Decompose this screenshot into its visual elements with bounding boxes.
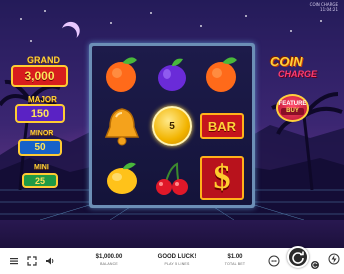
- turbo-icon[interactable]: [328, 253, 340, 265]
- feature-buy-line2: BUY: [281, 108, 304, 115]
- bar-icon: BAR: [200, 113, 244, 139]
- clock-text: 11:04:21: [320, 7, 338, 12]
- orange-icon: [106, 57, 137, 92]
- bell-icon: [104, 108, 140, 146]
- bar-label: BAR: [207, 118, 237, 134]
- symbol-orange: [97, 49, 147, 99]
- status-message-sub: PLAY 5 LINES: [164, 262, 190, 266]
- menu-icon[interactable]: [9, 256, 19, 266]
- dollar-icon: $: [200, 156, 244, 200]
- bet-settings-icon[interactable]: [268, 255, 280, 267]
- symbol-orange: [197, 49, 247, 99]
- orange-icon: [206, 57, 237, 92]
- balance-label: BALANCE: [100, 262, 118, 266]
- plum-icon: [158, 58, 186, 91]
- logo-line1: COIN: [270, 54, 303, 69]
- spin-icon: [292, 251, 304, 264]
- jackpot-mini-amount: 25: [34, 175, 45, 186]
- fullscreen-icon[interactable]: [27, 256, 37, 266]
- jackpot-major-amount: 150: [30, 107, 50, 120]
- coin-charge-logo: COIN CHARGE: [264, 52, 324, 88]
- jackpot-grand-amount: 3,000: [24, 69, 55, 83]
- dollar-glyph: $: [213, 159, 231, 196]
- reel-frame: 5 BAR $: [89, 43, 255, 208]
- status-message: GOOD LUCK!: [157, 254, 197, 260]
- total-bet-label: TOTAL BET: [224, 262, 246, 266]
- coin-icon: 5: [152, 106, 192, 146]
- coin-value: 5: [169, 120, 175, 132]
- spin-button[interactable]: [287, 246, 309, 268]
- symbol-lemon: [97, 153, 147, 203]
- jackpot-grand-value: 3,000: [11, 65, 68, 87]
- total-bet-value: $1.00: [227, 254, 243, 260]
- jackpot-major-value: 150: [15, 104, 65, 123]
- jackpot-grand-label: GRAND: [27, 55, 60, 65]
- symbol-dollar: $: [197, 153, 247, 203]
- lemon-icon: [107, 162, 137, 194]
- jackpot-mini-value: 25: [22, 173, 58, 188]
- symbol-bell: [97, 101, 147, 151]
- symbol-bar: BAR: [197, 101, 247, 151]
- symbol-plum: [147, 49, 197, 99]
- jackpot-mini-label: MINI: [34, 164, 49, 171]
- autoplay-icon: [312, 262, 318, 268]
- autoplay-button[interactable]: [310, 260, 320, 270]
- jackpot-minor-value: 50: [18, 139, 62, 156]
- game-info: COIN CHARGE 11:04:21: [310, 2, 338, 12]
- symbol-cherry: [147, 153, 197, 203]
- feature-buy-button[interactable]: FEATURE BUY: [276, 94, 309, 122]
- logo-line2: CHARGE: [278, 69, 318, 79]
- reel-grid: 5 BAR $: [92, 46, 252, 205]
- jackpot-minor-amount: 50: [34, 142, 46, 153]
- sound-icon[interactable]: [45, 256, 55, 266]
- feature-buy-line1: FEATURE: [278, 101, 307, 107]
- jackpot-minor-label: MINOR: [30, 130, 54, 137]
- jackpot-major-label: MAJOR: [28, 95, 57, 104]
- moon-icon: [56, 23, 79, 46]
- symbol-coin: 5: [147, 101, 197, 151]
- cherry-icon: [156, 162, 188, 195]
- balance-value: $1,000.00: [95, 254, 123, 260]
